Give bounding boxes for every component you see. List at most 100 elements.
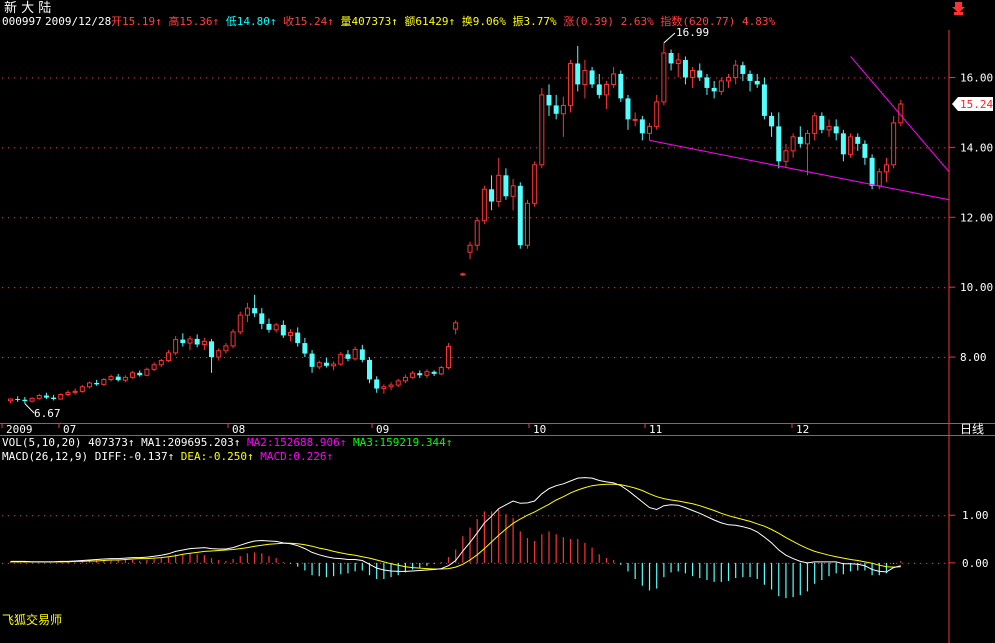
candle — [532, 161, 538, 207]
candle — [726, 73, 731, 88]
candle — [675, 52, 681, 78]
candle — [711, 80, 717, 99]
stat-3: 收15.24↑ — [276, 14, 333, 28]
candle — [790, 133, 796, 158]
candle — [22, 396, 28, 404]
macd-indicator-line: MACD(26,12,9) DIFF:-0.137↑ DEA:-0.250↑ M… — [2, 450, 333, 463]
candle — [754, 73, 760, 88]
candle — [359, 344, 365, 363]
price-tick-label: 14.00 — [960, 141, 993, 154]
candle — [15, 396, 21, 402]
candle — [862, 140, 868, 165]
candle — [603, 80, 609, 109]
stat-9: 2.63% — [614, 15, 654, 28]
candle — [367, 357, 372, 384]
candle — [783, 143, 789, 169]
candle — [891, 115, 897, 169]
candle — [58, 393, 64, 400]
stat-1: 高15.36↑ — [162, 14, 219, 28]
time-axis: 2009 07 08 09 10 11 12 — [1, 423, 809, 436]
candle — [79, 385, 85, 393]
candle — [682, 56, 688, 85]
candle — [352, 346, 358, 361]
candle — [510, 178, 516, 211]
panel-frame — [0, 30, 995, 643]
candle — [840, 129, 846, 162]
vol-indicator-line: VOL(5,10,20) 407373↑ MA1:209695.203↑ MA2… — [2, 436, 452, 449]
candle — [94, 379, 100, 386]
stock-date: 2009/12/28 — [45, 15, 111, 28]
stat-5: 额61429↑ — [398, 15, 455, 28]
price-tick-label: 8.00 — [960, 351, 987, 364]
corner-down-arrow-icon[interactable] — [952, 2, 965, 15]
candle — [733, 59, 739, 85]
candle — [288, 329, 294, 342]
candle — [747, 70, 753, 92]
candle — [883, 157, 889, 183]
high-label: 16.99 — [676, 26, 709, 39]
candle — [130, 371, 136, 379]
candle — [632, 112, 638, 127]
candle — [812, 112, 818, 141]
candle — [453, 320, 459, 335]
time-label: 07 — [63, 423, 76, 436]
macd-tick-label: 0.00 — [962, 557, 989, 570]
candle — [826, 119, 832, 137]
time-label: 11 — [649, 423, 662, 436]
candle — [517, 182, 523, 249]
candle — [180, 333, 186, 347]
candle — [345, 350, 351, 362]
current-price-tag: 15.24 — [952, 97, 993, 112]
candle — [8, 398, 13, 404]
candle — [194, 334, 200, 348]
candle — [618, 70, 624, 102]
candle — [718, 77, 724, 95]
high-annotation: 16.99 — [663, 26, 709, 44]
candle — [259, 308, 265, 330]
candle — [201, 337, 207, 351]
svg-text:15.24: 15.24 — [960, 98, 993, 111]
candle — [539, 87, 545, 169]
candle — [589, 66, 595, 88]
candle — [187, 336, 193, 351]
candle — [848, 133, 854, 158]
candle — [36, 393, 42, 400]
candle — [568, 59, 574, 113]
candle — [173, 336, 179, 356]
stat-8: 涨(0.39) — [557, 15, 614, 28]
stock-code: 000997 — [2, 15, 42, 28]
candle — [575, 45, 581, 92]
candle — [431, 370, 437, 376]
candle — [524, 199, 530, 249]
candle — [797, 126, 803, 148]
candle — [546, 84, 552, 116]
candle — [165, 350, 171, 362]
price-tick-label: 10.00 — [960, 281, 993, 294]
candle — [51, 394, 57, 401]
candle — [252, 294, 258, 317]
period-label[interactable]: 日线 — [960, 422, 984, 436]
candle — [481, 185, 487, 225]
candle — [86, 381, 92, 389]
candle — [496, 157, 502, 207]
candle — [661, 42, 667, 106]
candle — [438, 365, 444, 376]
candle — [273, 322, 279, 333]
candle — [625, 94, 631, 130]
candle — [855, 133, 861, 151]
candle — [819, 112, 825, 134]
candle — [43, 392, 49, 400]
candle — [560, 96, 566, 137]
time-label: 12 — [796, 423, 809, 436]
candle — [101, 378, 107, 386]
stock-name: 新 大 陆 — [4, 0, 51, 16]
stock-chart: 新 大 陆 000997 2009/12/28 开15.19↑ 高15.36↑ … — [0, 0, 995, 643]
candle — [553, 94, 559, 120]
time-label: 09 — [376, 423, 389, 436]
candle — [424, 369, 430, 379]
candle — [158, 358, 164, 367]
candle — [29, 397, 35, 403]
candle — [647, 122, 653, 141]
time-label: 10 — [533, 423, 546, 436]
candle — [761, 77, 767, 120]
